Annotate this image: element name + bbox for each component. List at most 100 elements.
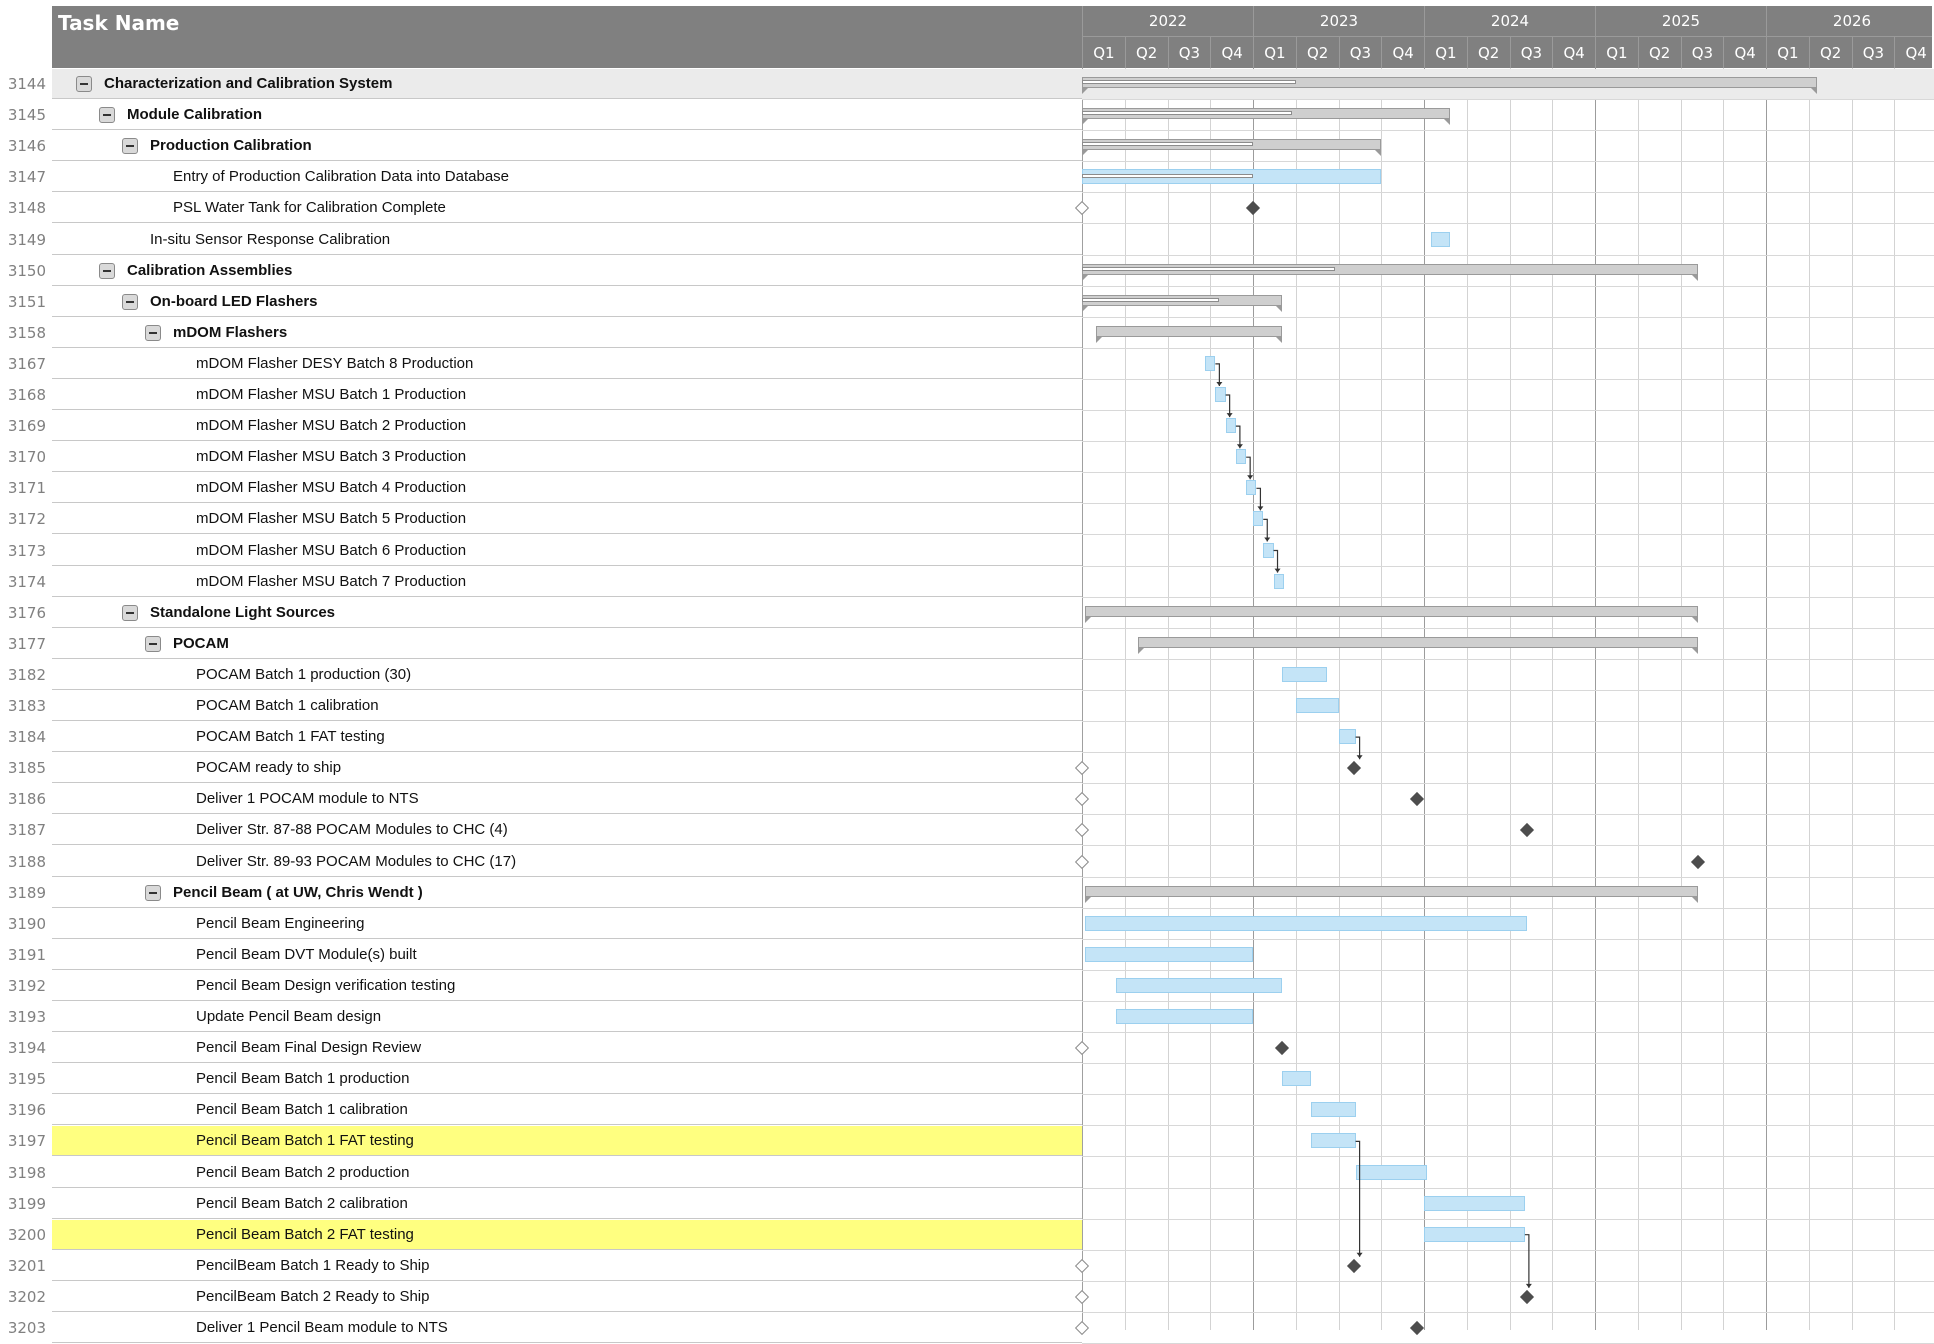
task-row[interactable]: 3202 PencilBeam Batch 2 Ready to Ship [0,1281,1934,1313]
task-row[interactable]: 3145 Module Calibration [0,100,1934,132]
task-name-cell[interactable]: Production Calibration [52,131,1082,162]
summary-bar[interactable] [1085,605,1698,623]
task-bar[interactable] [1215,387,1226,402]
task-bar[interactable] [1338,729,1356,745]
task-name-cell[interactable]: On-board LED Flashers [52,286,1082,317]
task-name-cell[interactable]: Update Pencil Beam design [52,1002,1082,1032]
collapse-icon[interactable] [99,107,115,124]
task-name-cell[interactable]: mDOM Flasher DESY Batch 8 Production [52,348,1082,379]
task-name-cell[interactable]: Pencil Beam Batch 2 production [52,1157,1082,1188]
task-row[interactable]: 3200 Pencil Beam Batch 2 FAT testing [0,1219,1934,1251]
summary-bar[interactable] [1138,636,1698,654]
task-name-cell[interactable]: POCAM Batch 1 production (30) [52,659,1082,690]
task-name-cell[interactable]: Pencil Beam Engineering [52,908,1082,939]
task-name-cell[interactable]: Calibration Assemblies [52,255,1082,286]
task-name-cell[interactable]: Deliver 1 POCAM module to NTS [52,784,1082,815]
task-name-cell[interactable]: POCAM [52,628,1082,659]
task-name-cell[interactable]: mDOM Flasher MSU Batch 6 Production [52,535,1082,566]
collapse-icon[interactable] [99,262,115,279]
task-name-cell[interactable]: In-situ Sensor Response Calibration [52,224,1082,255]
task-row[interactable]: 3171 mDOM Flasher MSU Batch 4 Production [0,473,1934,505]
task-bar[interactable] [1205,355,1216,371]
collapse-icon[interactable] [145,884,161,901]
task-row[interactable]: 3198 Pencil Beam Batch 2 production [0,1157,1934,1189]
task-name-cell[interactable]: Pencil Beam Design verification testing [52,970,1082,1001]
task-row[interactable]: 3167 mDOM Flasher DESY Batch 8 Production [0,348,1934,380]
task-bar[interactable] [1235,449,1247,465]
task-bar[interactable] [1424,1195,1525,1211]
task-bar[interactable] [1311,1133,1356,1149]
task-row[interactable]: 3203 Deliver 1 Pencil Beam module to NTS [0,1313,1934,1344]
task-row[interactable]: 3146 Production Calibration [0,131,1934,163]
task-row[interactable]: 3151 On-board LED Flashers [0,286,1934,318]
task-name-cell[interactable]: Deliver 1 Pencil Beam module to NTS [52,1313,1082,1343]
task-row[interactable]: 3168 mDOM Flasher MSU Batch 1 Production [0,380,1934,411]
task-name-cell[interactable]: Pencil Beam Batch 2 calibration [52,1188,1082,1219]
task-row[interactable]: 3196 Pencil Beam Batch 1 calibration [0,1095,1934,1127]
task-bar[interactable] [1246,480,1257,496]
task-row[interactable]: 3187 Deliver Str. 87-88 POCAM Modules to … [0,815,1934,847]
task-name-cell[interactable]: PencilBeam Batch 1 Ready to Ship [52,1250,1082,1281]
collapse-icon[interactable] [122,604,138,621]
task-bar[interactable] [1116,977,1283,993]
task-row[interactable]: 3197 Pencil Beam Batch 1 FAT testing [0,1126,1934,1158]
task-bar[interactable] [1116,1009,1253,1024]
task-name-cell[interactable]: Module Calibration [52,100,1082,131]
collapse-icon[interactable] [145,324,161,341]
task-bar[interactable] [1263,542,1274,558]
task-row[interactable]: 3169 mDOM Flasher MSU Batch 2 Production [0,411,1934,443]
task-row[interactable]: 3174 mDOM Flasher MSU Batch 7 Production [0,566,1934,598]
collapse-icon[interactable] [76,76,92,92]
task-bar[interactable] [1273,573,1284,589]
summary-bar[interactable] [1085,885,1698,903]
task-bar[interactable] [1282,1071,1312,1087]
task-bar[interactable] [1085,946,1253,962]
task-bar[interactable] [1253,511,1264,527]
task-row[interactable]: 3199 Pencil Beam Batch 2 calibration [0,1188,1934,1220]
task-name-cell[interactable]: mDOM Flasher MSU Batch 5 Production [52,504,1082,535]
task-name-cell[interactable]: Pencil Beam ( at UW, Chris Wendt ) [52,877,1082,908]
task-row[interactable]: 3173 mDOM Flasher MSU Batch 6 Production [0,535,1934,567]
task-row[interactable]: 3183 POCAM Batch 1 calibration [0,691,1934,722]
task-name-cell[interactable]: POCAM ready to ship [52,753,1082,784]
collapse-icon[interactable] [145,635,161,652]
task-row[interactable]: 3201 PencilBeam Batch 1 Ready to Ship [0,1250,1934,1282]
task-row[interactable]: 3192 Pencil Beam Design verification test… [0,970,1934,1002]
task-name-cell[interactable]: Standalone Light Sources [52,597,1082,628]
task-name-cell[interactable]: Pencil Beam Batch 1 calibration [52,1095,1082,1126]
task-bar[interactable] [1355,1164,1428,1180]
task-name-cell[interactable]: mDOM Flasher MSU Batch 1 Production [52,380,1082,410]
task-row[interactable]: 3193 Update Pencil Beam design [0,1002,1934,1033]
task-bar[interactable] [1311,1102,1356,1118]
task-row[interactable]: 3158 mDOM Flashers [0,317,1934,349]
task-bar[interactable] [1225,418,1236,434]
task-row[interactable]: 3148 PSL Water Tank for Calibration Compl… [0,193,1934,225]
task-name-cell[interactable]: Entry of Production Calibration Data int… [52,162,1082,193]
task-name-cell[interactable]: Pencil Beam Batch 1 FAT testing [52,1126,1082,1157]
task-name-cell[interactable]: mDOM Flasher MSU Batch 3 Production [52,442,1082,473]
task-name-cell[interactable]: mDOM Flashers [52,317,1082,348]
task-bar[interactable] [1424,1226,1525,1242]
task-name-cell[interactable]: POCAM Batch 1 FAT testing [52,722,1082,753]
summary-bar[interactable] [1095,325,1283,343]
task-row[interactable]: 3191 Pencil Beam DVT Module(s) built [0,939,1934,971]
task-row[interactable]: 3188 Deliver Str. 89-93 POCAM Modules to … [0,846,1934,878]
task-bar[interactable] [1295,698,1339,713]
task-name-cell[interactable]: PSL Water Tank for Calibration Complete [52,193,1082,224]
task-name-cell[interactable]: Deliver Str. 89-93 POCAM Modules to CHC … [52,846,1082,877]
task-bar[interactable] [1430,231,1450,247]
task-row[interactable]: 3149 In-situ Sensor Response Calibration [0,224,1934,256]
task-row[interactable]: 3170 mDOM Flasher MSU Batch 3 Production [0,442,1934,474]
task-bar[interactable] [1282,666,1327,682]
task-name-cell[interactable]: POCAM Batch 1 calibration [52,691,1082,721]
task-name-cell[interactable]: mDOM Flasher MSU Batch 4 Production [52,473,1082,504]
task-name-cell[interactable]: Pencil Beam Final Design Review [52,1033,1082,1064]
task-name-header[interactable]: Task Name [52,6,1083,68]
task-row[interactable]: 3182 POCAM Batch 1 production (30) [0,659,1934,691]
task-row[interactable]: 3195 Pencil Beam Batch 1 production [0,1064,1934,1096]
task-name-cell[interactable]: PencilBeam Batch 2 Ready to Ship [52,1281,1082,1312]
task-name-cell[interactable]: Characterization and Calibration System [52,69,1082,99]
task-name-cell[interactable]: mDOM Flasher MSU Batch 2 Production [52,411,1082,442]
task-name-cell[interactable]: Pencil Beam Batch 1 production [52,1064,1082,1095]
task-name-cell[interactable]: Pencil Beam Batch 2 FAT testing [52,1219,1082,1250]
